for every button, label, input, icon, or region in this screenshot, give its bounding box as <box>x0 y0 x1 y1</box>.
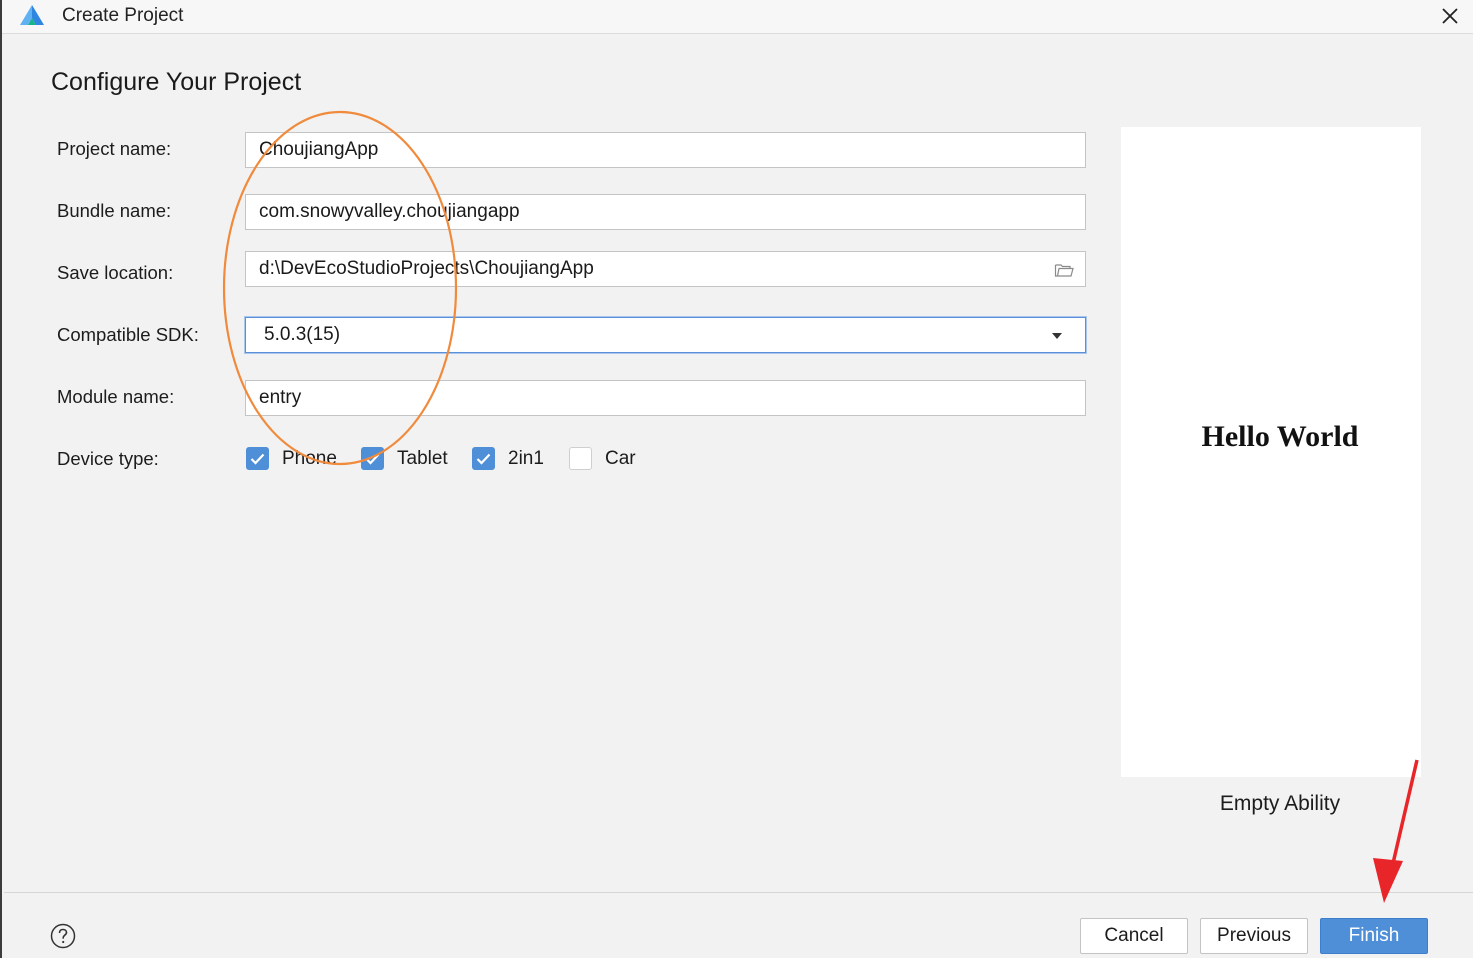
save-location-label: Save location: <box>57 262 174 283</box>
module-name-input[interactable]: entry <box>245 380 1086 416</box>
help-icon[interactable] <box>50 923 76 949</box>
page-title: Configure Your Project <box>51 68 302 96</box>
project-name-value: ChoujiangApp <box>259 139 379 160</box>
project-name-label: Project name: <box>57 138 172 159</box>
save-location-value: d:\DevEcoStudioProjects\ChoujiangApp <box>259 258 594 279</box>
create-project-dialog: Create Project Configure Your Project Pr… <box>0 0 1473 958</box>
save-location-input[interactable]: d:\DevEcoStudioProjects\ChoujiangApp <box>245 251 1086 287</box>
tablet-checkbox-label[interactable]: Tablet <box>397 448 448 470</box>
checkmark-icon <box>365 453 380 465</box>
bundle-name-value: com.snowyvalley.choujiangapp <box>259 201 520 222</box>
bundle-name-label: Bundle name: <box>57 200 172 221</box>
footer-divider <box>4 892 1473 893</box>
close-button[interactable] <box>1436 2 1464 30</box>
module-name-value: entry <box>259 387 302 408</box>
template-name: Empty Ability <box>1219 792 1341 815</box>
2in1-checkbox[interactable] <box>472 447 495 470</box>
previous-button[interactable]: Previous <box>1200 918 1308 954</box>
compatible-sdk-select[interactable]: 5.0.3(15) <box>245 317 1086 353</box>
phone-checkbox-label[interactable]: Phone <box>282 448 337 470</box>
folder-icon[interactable] <box>1054 262 1074 278</box>
checkmark-icon <box>476 453 491 465</box>
module-name-label: Module name: <box>57 386 175 407</box>
deveco-logo-icon <box>20 5 44 25</box>
bundle-name-input[interactable]: com.snowyvalley.choujiangapp <box>245 194 1086 230</box>
device-type-label: Device type: <box>57 448 159 469</box>
phone-checkbox[interactable] <box>246 447 269 470</box>
project-name-input[interactable]: ChoujiangApp <box>245 132 1086 168</box>
checkmark-icon <box>250 453 265 465</box>
chevron-down-icon <box>1052 333 1062 339</box>
car-checkbox[interactable] <box>569 447 592 470</box>
tablet-checkbox[interactable] <box>361 447 384 470</box>
cancel-button[interactable]: Cancel <box>1080 918 1188 954</box>
compatible-sdk-label: Compatible SDK: <box>57 324 199 345</box>
annotation-arrow-head <box>1373 858 1403 903</box>
finish-button[interactable]: Finish <box>1320 918 1428 954</box>
2in1-checkbox-label[interactable]: 2in1 <box>508 448 544 470</box>
preview-hello-text: Hello World <box>1201 420 1359 453</box>
compatible-sdk-value: 5.0.3(15) <box>264 324 341 345</box>
template-preview: Hello World <box>1121 127 1421 777</box>
close-icon <box>1442 8 1458 24</box>
car-checkbox-label[interactable]: Car <box>605 448 636 470</box>
window-title: Create Project <box>62 5 184 26</box>
title-bar: Create Project <box>2 0 1473 34</box>
